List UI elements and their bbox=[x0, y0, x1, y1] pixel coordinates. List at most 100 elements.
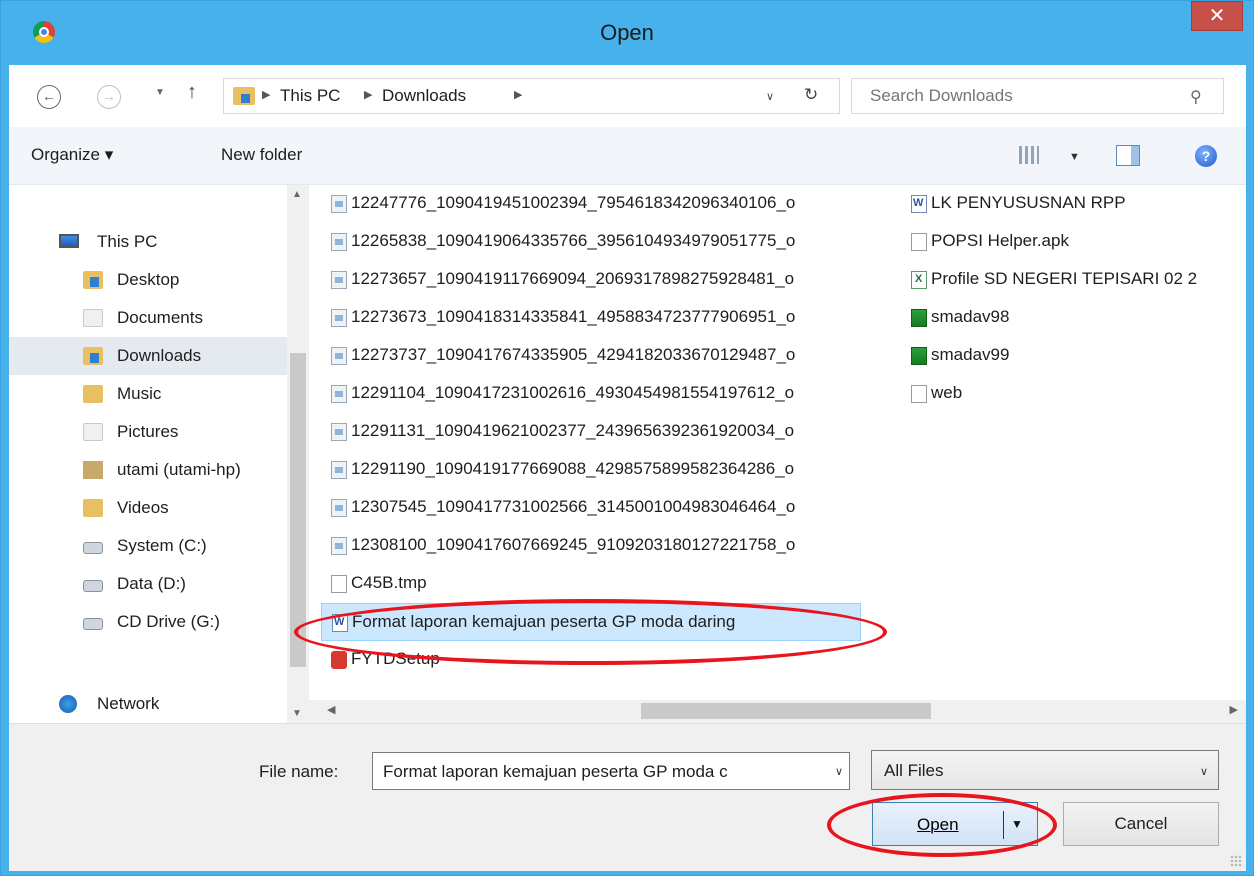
file-name-combobox[interactable]: ∨ bbox=[372, 752, 850, 790]
file-name-input[interactable] bbox=[381, 760, 811, 784]
computer-icon bbox=[59, 234, 79, 248]
file-name: Format laporan kemajuan peserta GP moda … bbox=[352, 612, 736, 631]
file-type-value: All Files bbox=[884, 761, 944, 780]
nav-item-label: This PC bbox=[97, 232, 158, 251]
file-name: FYTDSetup bbox=[351, 649, 440, 668]
dialog-client: ← → ▼ ↑ ▶ This PC ▶ Downloads ▶ ∨ ↻ ⚲ Or… bbox=[9, 65, 1246, 871]
back-button[interactable]: ← bbox=[37, 85, 61, 109]
close-button[interactable]: ✕ bbox=[1191, 1, 1243, 31]
forward-button[interactable]: → bbox=[97, 85, 121, 109]
file-name: 12291104_1090417231002616_49304549815541… bbox=[351, 383, 795, 402]
nav-item-music[interactable]: Music bbox=[9, 375, 287, 413]
scrollbar-thumb[interactable] bbox=[290, 353, 306, 667]
change-view-icon[interactable] bbox=[1019, 146, 1039, 164]
recent-locations-chevron-icon[interactable]: ▼ bbox=[155, 87, 165, 98]
word-document-icon bbox=[911, 195, 927, 213]
navigation-pane-scrollbar[interactable]: ▲ ▼ bbox=[287, 185, 309, 723]
open-dialog: Open ✕ ← → ▼ ↑ ▶ This PC ▶ Downloads ▶ ∨… bbox=[0, 0, 1254, 876]
address-bar[interactable]: ▶ This PC ▶ Downloads ▶ ∨ ↻ bbox=[223, 78, 840, 114]
desktop-folder-icon bbox=[83, 271, 103, 289]
file-name: 12291190_1090419177669088_42985758995823… bbox=[351, 459, 795, 478]
cancel-button[interactable]: Cancel bbox=[1063, 802, 1219, 846]
nav-item-system-c[interactable]: System (C:) bbox=[9, 527, 287, 565]
breadcrumb-chevron-icon[interactable]: ▶ bbox=[364, 88, 372, 101]
search-box[interactable]: ⚲ bbox=[851, 78, 1224, 114]
file-name: 12265838_1090419064335766_39561049349790… bbox=[351, 231, 796, 250]
file-name: smadav98 bbox=[931, 307, 1010, 326]
network-user-icon bbox=[83, 461, 103, 479]
up-arrow-icon[interactable]: ↑ bbox=[187, 81, 197, 104]
new-folder-button[interactable]: New folder bbox=[221, 145, 302, 165]
scroll-down-icon[interactable]: ▼ bbox=[292, 708, 302, 719]
cd-drive-icon bbox=[83, 618, 103, 630]
documents-folder-icon bbox=[83, 309, 103, 327]
view-options-chevron-icon[interactable]: ▼ bbox=[1069, 151, 1080, 163]
refresh-icon[interactable]: ↻ bbox=[804, 85, 818, 105]
split-divider bbox=[1003, 811, 1004, 839]
command-toolbar: Organize ▾ New folder ▼ ? bbox=[9, 127, 1246, 185]
image-file-icon bbox=[331, 385, 347, 403]
image-file-icon bbox=[331, 309, 347, 327]
file-name: POPSI Helper.apk bbox=[931, 231, 1069, 250]
system-drive-icon bbox=[83, 542, 103, 554]
nav-item-cd-drive-g[interactable]: CD Drive (G:) bbox=[9, 603, 287, 641]
nav-item-network[interactable]: Network bbox=[9, 685, 287, 723]
breadcrumb-this-pc[interactable]: This PC bbox=[280, 86, 340, 106]
open-button[interactable]: Open ▼ bbox=[872, 802, 1038, 846]
nav-item-label: Pictures bbox=[117, 422, 179, 441]
nav-item-downloads[interactable]: Downloads bbox=[9, 337, 287, 375]
file-type-filter[interactable]: All Files ∨ bbox=[871, 750, 1219, 790]
nav-item-desktop[interactable]: Desktop bbox=[9, 261, 287, 299]
file-selection-panel: File name: ∨ All Files ∨ Open ▼ Cancel bbox=[9, 723, 1246, 871]
nav-item-label: Music bbox=[117, 384, 162, 403]
breadcrumb-chevron-icon[interactable]: ▶ bbox=[262, 88, 270, 101]
breadcrumb-chevron-icon[interactable]: ▶ bbox=[514, 88, 522, 101]
file-name: 12273673_1090418314335841_49588347237779… bbox=[351, 307, 796, 326]
file-name: LK PENYUSUSNAN RPP bbox=[931, 193, 1126, 212]
breadcrumb-downloads[interactable]: Downloads bbox=[382, 86, 466, 106]
pictures-folder-icon bbox=[83, 423, 103, 441]
nav-item-this-pc[interactable]: This PC bbox=[9, 223, 287, 261]
search-input[interactable] bbox=[868, 84, 1168, 108]
organize-button[interactable]: Organize ▾ bbox=[31, 145, 113, 165]
scroll-left-icon[interactable]: ◀ bbox=[327, 703, 335, 716]
file-name-dropdown-icon[interactable]: ∨ bbox=[835, 765, 843, 778]
setup-app-icon bbox=[331, 651, 347, 669]
nav-item-label: Videos bbox=[117, 498, 169, 517]
nav-item-documents[interactable]: Documents bbox=[9, 299, 287, 337]
file-name: C45B.tmp bbox=[351, 573, 427, 592]
scroll-up-icon[interactable]: ▲ bbox=[292, 189, 302, 200]
nav-item-videos[interactable]: Videos bbox=[9, 489, 287, 527]
scrollbar-thumb[interactable] bbox=[641, 703, 931, 719]
blank-file-icon bbox=[911, 385, 927, 403]
file-type-dropdown-icon[interactable]: ∨ bbox=[1200, 765, 1208, 778]
nav-item-label: System (C:) bbox=[117, 536, 207, 555]
image-file-icon bbox=[331, 233, 347, 251]
file-name: smadav99 bbox=[931, 345, 1010, 364]
nav-item-label: CD Drive (G:) bbox=[117, 612, 220, 631]
scroll-right-icon[interactable]: ▶ bbox=[1230, 703, 1238, 716]
nav-item-utami[interactable]: utami (utami-hp) bbox=[9, 451, 287, 489]
downloads-folder-icon bbox=[233, 87, 255, 105]
image-file-icon bbox=[331, 195, 347, 213]
nav-item-pictures[interactable]: Pictures bbox=[9, 413, 287, 451]
list-item-selected[interactable]: Format laporan kemajuan peserta GP moda … bbox=[321, 603, 861, 641]
help-icon[interactable]: ? bbox=[1195, 145, 1217, 167]
resize-grip[interactable] bbox=[1230, 855, 1242, 867]
open-options-dropdown-icon[interactable]: ▼ bbox=[1011, 817, 1023, 831]
search-icon[interactable]: ⚲ bbox=[1190, 87, 1202, 107]
file-name: 12291131_1090419621002377_24396563923619… bbox=[351, 421, 795, 440]
nav-item-data-d[interactable]: Data (D:) bbox=[9, 565, 287, 603]
address-dropdown-icon[interactable]: ∨ bbox=[766, 90, 774, 103]
blank-file-icon bbox=[911, 233, 927, 251]
file-list-horizontal-scrollbar[interactable]: ◀ ▶ bbox=[309, 700, 1246, 723]
address-row: ← → ▼ ↑ ▶ This PC ▶ Downloads ▶ ∨ ↻ ⚲ bbox=[9, 65, 1246, 123]
smadav-app-icon bbox=[911, 347, 927, 365]
file-name: web bbox=[931, 383, 963, 402]
nav-item-label: Network bbox=[97, 694, 160, 713]
image-file-icon bbox=[331, 271, 347, 289]
file-name: 12273737_1090417674335905_42941820336701… bbox=[351, 345, 796, 364]
file-name-label: File name: bbox=[259, 762, 339, 781]
preview-pane-icon[interactable] bbox=[1116, 145, 1140, 166]
image-file-icon bbox=[331, 423, 347, 441]
